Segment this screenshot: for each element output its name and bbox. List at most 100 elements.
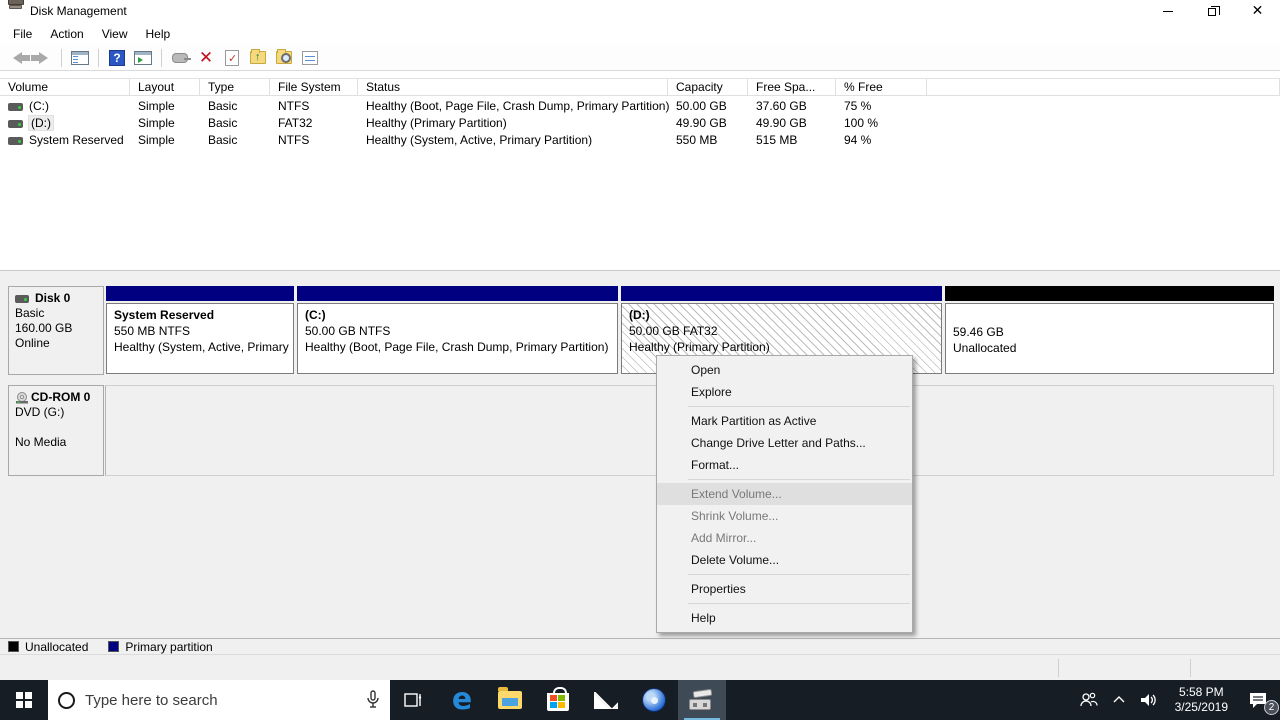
menu-item-properties[interactable]: Properties	[657, 578, 912, 600]
file-explorer-button[interactable]	[486, 680, 534, 720]
edge-icon: e	[452, 686, 472, 714]
folder-find-button[interactable]	[273, 47, 295, 69]
menu-view[interactable]: View	[93, 24, 137, 44]
mail-button[interactable]	[582, 680, 630, 720]
validate-button[interactable]	[221, 47, 243, 69]
cell-capacity: 550 MB	[676, 132, 717, 147]
pointer-tool-button[interactable]	[169, 47, 191, 69]
table-row[interactable]: System Reserved Simple Basic NTFS Health…	[0, 132, 1280, 149]
status-separator	[1058, 659, 1059, 677]
table-row[interactable]: (C:) Simple Basic NTFS Healthy (Boot, Pa…	[0, 98, 1280, 115]
help-button[interactable]: ?	[106, 47, 128, 69]
forward-icon	[39, 52, 48, 64]
menu-item-format[interactable]: Format...	[657, 454, 912, 476]
column-header-layout[interactable]: Layout	[130, 79, 200, 96]
search-box[interactable]	[48, 680, 390, 720]
partition-unallocated[interactable]: 59.46 GB Unallocated	[945, 286, 1274, 375]
cdrom-drive: DVD (G:)	[15, 405, 99, 420]
clock[interactable]: 5:58 PM 3/25/2019	[1167, 685, 1236, 715]
disk-utility-button[interactable]	[630, 680, 678, 720]
disk-management-button[interactable]	[678, 680, 726, 720]
details-view-button[interactable]	[299, 47, 321, 69]
menu-item-open[interactable]: Open	[657, 359, 912, 381]
partition-info: 50.00 GB NTFS	[305, 323, 615, 339]
partition-status: Healthy (Boot, Page File, Crash Dump, Pr…	[305, 339, 615, 355]
menu-file[interactable]: File	[4, 24, 41, 44]
partition-info: 59.46 GB	[953, 324, 1271, 340]
legend-primary: Primary partition	[125, 640, 212, 654]
store-button[interactable]	[534, 680, 582, 720]
task-view-button[interactable]	[390, 680, 438, 720]
table-row[interactable]: (D:) Simple Basic FAT32 Healthy (Primary…	[0, 115, 1280, 132]
show-console-tree-button[interactable]	[69, 47, 91, 69]
column-header-type[interactable]: Type	[200, 79, 270, 96]
cell-freespace: 37.60 GB	[756, 98, 807, 113]
legend-bar: Unallocated Primary partition	[0, 638, 1280, 654]
delete-button[interactable]: ✕	[195, 47, 217, 69]
cell-type: Basic	[208, 115, 237, 130]
folder-up-icon	[250, 51, 266, 64]
forward-button[interactable]	[32, 47, 54, 69]
menu-help[interactable]: Help	[137, 24, 180, 44]
menu-item-delete-volume[interactable]: Delete Volume...	[657, 549, 912, 571]
cortana-icon	[58, 692, 75, 709]
menu-item-mark-partition-active[interactable]: Mark Partition as Active	[657, 410, 912, 432]
partition-info: 50.00 GB FAT32	[629, 323, 939, 339]
cdrom-icon	[15, 392, 29, 404]
partition-status: Healthy (System, Active, Primary	[114, 339, 291, 355]
partition-c[interactable]: (C:) 50.00 GB NTFS Healthy (Boot, Page F…	[297, 286, 618, 375]
column-header-capacity[interactable]: Capacity	[668, 79, 748, 96]
cell-filesystem: NTFS	[278, 98, 309, 113]
cell-type: Basic	[208, 132, 237, 147]
menu-item-explore[interactable]: Explore	[657, 381, 912, 403]
column-header-blank	[927, 79, 1280, 96]
cdrom-header[interactable]: CD-ROM 0 DVD (G:) No Media	[8, 385, 104, 476]
action-center-button[interactable]: 2	[1236, 680, 1280, 720]
volume-button[interactable]	[1133, 680, 1167, 720]
microphone-icon[interactable]	[366, 690, 380, 710]
window-title: Disk Management	[30, 4, 127, 18]
partition-status: Unallocated	[953, 340, 1271, 356]
menu-action[interactable]: Action	[41, 24, 92, 44]
cell-pctfree: 75 %	[844, 98, 871, 113]
edge-button[interactable]: e	[438, 680, 486, 720]
column-header-filesystem[interactable]: File System	[270, 79, 358, 96]
close-button[interactable]: ✕	[1235, 0, 1280, 22]
disk0-header[interactable]: Disk 0 Basic 160.00 GB Online	[8, 286, 104, 375]
disk-type: Basic	[15, 306, 99, 321]
partition-system-reserved[interactable]: System Reserved 550 MB NTFS Healthy (Sys…	[106, 286, 294, 375]
back-button[interactable]	[6, 47, 28, 69]
restore-button[interactable]	[1190, 0, 1235, 22]
cdrom-name: CD-ROM 0	[31, 390, 90, 404]
column-header-status[interactable]: Status	[358, 79, 668, 96]
restore-icon	[1208, 8, 1216, 16]
menu-separator	[688, 406, 910, 407]
mail-icon	[594, 692, 618, 709]
primary-partition-bar	[621, 286, 942, 301]
show-console-tree-icon	[71, 51, 89, 65]
primary-partition-bar	[297, 286, 618, 301]
menu-item-change-drive-letter[interactable]: Change Drive Letter and Paths...	[657, 432, 912, 454]
hidden-icons-button[interactable]	[1105, 680, 1133, 720]
unallocated-bar	[945, 286, 1274, 301]
cell-freespace: 49.90 GB	[756, 115, 807, 130]
show-action-pane-button[interactable]	[132, 47, 154, 69]
folder-up-button[interactable]	[247, 47, 269, 69]
primary-partition-bar	[106, 286, 294, 301]
column-header-pctfree[interactable]: % Free	[836, 79, 927, 96]
search-input[interactable]	[85, 692, 356, 709]
column-header-freespace[interactable]: Free Spa...	[748, 79, 836, 96]
menu-item-help[interactable]: Help	[657, 607, 912, 629]
partition-status: Healthy (Primary Partition)	[629, 339, 939, 355]
partition-name: (D:)	[629, 307, 939, 323]
cdrom-status: No Media	[15, 435, 99, 450]
column-header-volume[interactable]: Volume	[0, 79, 130, 96]
people-button[interactable]	[1071, 680, 1105, 720]
disk-management-icon	[689, 690, 715, 710]
cell-capacity: 49.90 GB	[676, 115, 727, 130]
primary-partition-swatch	[108, 641, 119, 652]
help-icon: ?	[109, 50, 125, 66]
minimize-button[interactable]	[1145, 0, 1190, 22]
toolbar: ? ✕	[0, 45, 1280, 71]
start-button[interactable]	[0, 680, 48, 720]
